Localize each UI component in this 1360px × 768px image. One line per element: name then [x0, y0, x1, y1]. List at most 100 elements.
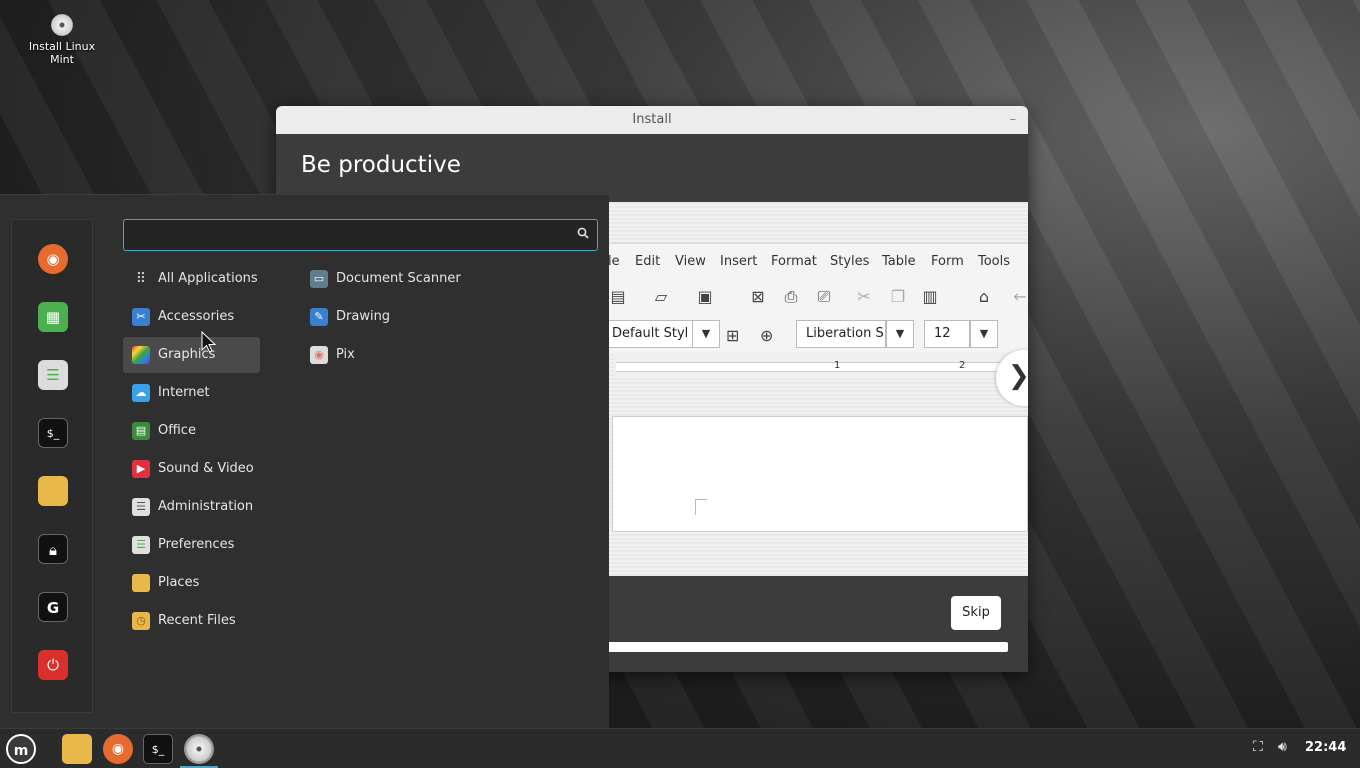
save-icon: ▣ [697, 287, 713, 306]
category-accessories[interactable]: ✂ Accessories [123, 299, 260, 335]
clone-formatting-icon: ⌂ [978, 287, 990, 306]
terminal-icon[interactable]: $_ [143, 734, 173, 764]
settings-icon[interactable]: ☰ [38, 360, 68, 390]
category-preferences[interactable]: ☰ Preferences [123, 527, 260, 563]
firefox-icon[interactable]: ◉ [103, 734, 133, 764]
pix-icon: ◉ [310, 346, 328, 364]
lock-icon[interactable]: 🔒︎ [38, 534, 68, 564]
scanner-icon: ▭ [310, 270, 328, 288]
search-input[interactable] [123, 219, 598, 251]
files-icon[interactable] [62, 734, 92, 764]
mouse-pointer-icon [201, 331, 217, 353]
category-office[interactable]: ▤ Office [123, 413, 260, 449]
open-icon: ▱ [654, 287, 668, 306]
volume-icon[interactable]: 🔊︎ [1278, 739, 1287, 755]
drawing-icon: ✎ [310, 308, 328, 326]
app-drawing[interactable]: ✎ Drawing [301, 299, 531, 335]
installer-disc-icon[interactable] [184, 734, 214, 764]
network-icon[interactable]: ⛶ [1253, 739, 1263, 755]
app-label: Pix [336, 347, 355, 362]
undo-icon: ← [1013, 287, 1027, 306]
disc-icon [51, 14, 73, 36]
firefox-icon[interactable]: ◉ [38, 244, 68, 274]
menu-table: Table [882, 254, 916, 269]
category-all-applications[interactable]: ⠿ All Applications [123, 261, 260, 297]
category-label: Recent Files [158, 613, 236, 628]
menu-styles: Styles [830, 254, 870, 269]
cut-icon: ✂ [857, 287, 871, 306]
copy-icon: ❐ [890, 287, 906, 306]
cloud-icon: ☁ [132, 384, 150, 402]
category-recent-files[interactable]: ◷ Recent Files [123, 603, 260, 639]
category-label: Internet [158, 385, 210, 400]
taskbar: m ◉ $_ ⛶ 🔊︎ 22:44 [0, 728, 1360, 768]
menu-insert: Insert [720, 254, 758, 269]
document-page [612, 416, 1028, 532]
category-places[interactable]: Places [123, 565, 260, 601]
play-icon: ▶ [132, 460, 150, 478]
font-size-combo: 12 [924, 320, 970, 348]
skip-button[interactable]: Skip [951, 596, 1001, 630]
print-icon: ⎙ [784, 287, 798, 306]
folder-icon [132, 574, 150, 592]
graphics-icon [132, 346, 150, 364]
category-label: Office [158, 423, 196, 438]
category-internet[interactable]: ☁ Internet [123, 375, 260, 411]
menu-form: Form [931, 254, 964, 269]
ruler-number: 2 [959, 360, 966, 371]
new-document-icon: ▤ [610, 287, 626, 306]
category-label: Accessories [158, 309, 235, 324]
menu-edit: Edit [635, 254, 661, 269]
power-icon[interactable]: ⏻ [38, 650, 68, 680]
installer-titlebar[interactable]: Install – [276, 106, 1028, 134]
search-icon [577, 227, 589, 239]
application-menu: ◉ ▦ ☰ $_ 🔒︎ G ⏻ ⠿ All Applications ✂ Acc… [0, 194, 609, 728]
menu-tools: Tools [978, 254, 1011, 269]
paragraph-style-combo: Default Styl [602, 320, 694, 348]
clock[interactable]: 22:44 [1305, 740, 1346, 755]
new-style-icon: ⊕ [760, 326, 774, 345]
slide-heading: Be productive [301, 152, 461, 178]
category-sound-video[interactable]: ▶ Sound & Video [123, 451, 260, 487]
menu-file: le [608, 254, 620, 269]
category-graphics[interactable]: Graphics [123, 337, 260, 373]
grid-icon: ⠿ [135, 271, 147, 287]
scissors-icon: ✂ [132, 308, 150, 326]
terminal-icon[interactable]: $_ [38, 418, 68, 448]
category-label: Preferences [158, 537, 235, 552]
files-icon[interactable] [38, 476, 68, 506]
favorites-panel: ◉ ▦ ☰ $_ 🔒︎ G ⏻ [11, 219, 93, 713]
installer-title: Install [632, 112, 672, 127]
category-label: All Applications [158, 271, 258, 286]
chevron-down-icon: ▼ [970, 320, 998, 348]
admin-icon: ☰ [132, 498, 150, 516]
print-preview-icon: ⎚ [817, 287, 831, 306]
mint-menu-icon[interactable]: m [6, 734, 36, 764]
recent-files-icon: ◷ [132, 612, 150, 630]
spreadsheet-icon[interactable]: ▦ [38, 302, 68, 332]
menu-view: View [675, 254, 706, 269]
app-label: Document Scanner [336, 271, 461, 286]
logout-icon[interactable]: G [38, 592, 68, 622]
app-label: Drawing [336, 309, 391, 324]
category-label: Places [158, 575, 200, 590]
category-label: Sound & Video [158, 461, 254, 476]
export-pdf-icon: ⊠ [751, 287, 765, 306]
update-style-icon: ⊞ [726, 326, 740, 345]
paste-icon: ▥ [922, 287, 938, 306]
install-linux-mint-desktop-icon[interactable]: Install Linux Mint [28, 14, 96, 66]
ruler-number: 1 [834, 360, 841, 371]
font-name-combo: Liberation S [796, 320, 886, 348]
category-label: Administration [158, 499, 254, 514]
app-document-scanner[interactable]: ▭ Document Scanner [301, 261, 531, 297]
menu-format: Format [771, 254, 817, 269]
minimize-button[interactable]: – [1010, 106, 1017, 134]
office-icon: ▤ [132, 422, 150, 440]
app-pix[interactable]: ◉ Pix [301, 337, 531, 373]
ruler: 1 2 [614, 354, 1028, 378]
desktop-icon-label: Install Linux Mint [28, 40, 96, 66]
chevron-down-icon: ▼ [886, 320, 914, 348]
preferences-icon: ☰ [132, 536, 150, 554]
category-administration[interactable]: ☰ Administration [123, 489, 260, 525]
chevron-down-icon: ▼ [692, 320, 720, 348]
